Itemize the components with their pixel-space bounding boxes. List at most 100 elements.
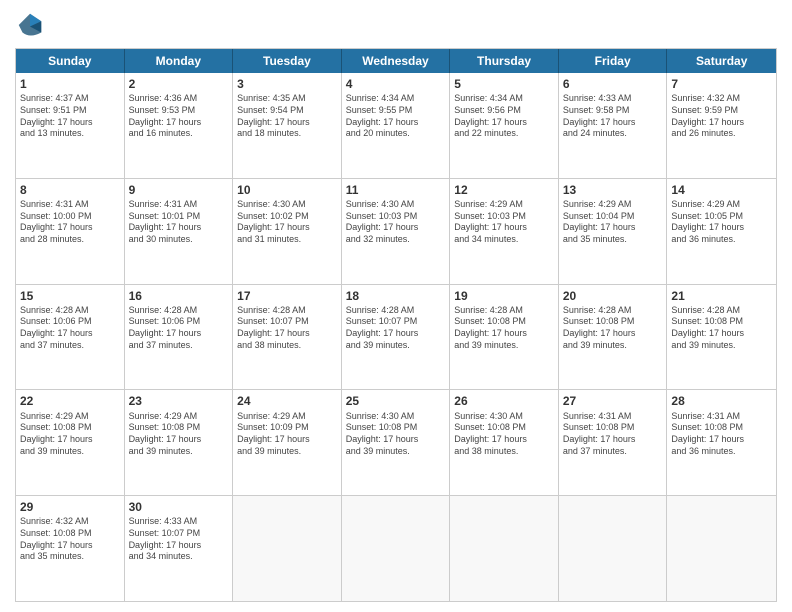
cell-info: Sunrise: 4:31 AM Sunset: 10:08 PM Daylig… (671, 411, 772, 458)
calendar-cell-day-26: 26 Sunrise: 4:30 AM Sunset: 10:08 PM Dayl… (450, 390, 559, 495)
day-number: 27 (563, 393, 663, 409)
calendar-row-4: 22 Sunrise: 4:29 AM Sunset: 10:08 PM Dayl… (16, 390, 776, 496)
calendar-cell-day-6: 6Sunrise: 4:33 AM Sunset: 9:58 PM Daylig… (559, 73, 668, 178)
cell-info: Sunrise: 4:30 AM Sunset: 10:03 PM Daylig… (346, 199, 446, 246)
day-number: 18 (346, 288, 446, 304)
calendar-cell-day-25: 25Sunrise: 4:30 AM Sunset: 10:08 PM Dayl… (342, 390, 451, 495)
day-number: 14 (671, 182, 772, 198)
day-number: 7 (671, 76, 772, 92)
day-number: 15 (20, 288, 120, 304)
day-number: 8 (20, 182, 120, 198)
calendar-cell-day-5: 5Sunrise: 4:34 AM Sunset: 9:56 PM Daylig… (450, 73, 559, 178)
calendar-row-5: 29Sunrise: 4:32 AM Sunset: 10:08 PM Dayl… (16, 496, 776, 601)
cell-info: Sunrise: 4:28 AM Sunset: 10:07 PM Daylig… (346, 305, 446, 352)
day-number: 4 (346, 76, 446, 92)
cell-info: Sunrise: 4:31 AM Sunset: 10:01 PM Daylig… (129, 199, 229, 246)
calendar-row-1: 1Sunrise: 4:37 AM Sunset: 9:51 PM Daylig… (16, 73, 776, 179)
cell-info: Sunrise: 4:28 AM Sunset: 10:08 PM Daylig… (563, 305, 663, 352)
day-number: 5 (454, 76, 554, 92)
day-number: 21 (671, 288, 772, 304)
cell-info: Sunrise: 4:28 AM Sunset: 10:08 PM Daylig… (454, 305, 554, 352)
day-number: 17 (237, 288, 337, 304)
weekday-header-wednesday: Wednesday (342, 49, 451, 73)
calendar-cell-day-8: 8Sunrise: 4:31 AM Sunset: 10:00 PM Dayli… (16, 179, 125, 284)
calendar-cell-day-2: 2Sunrise: 4:36 AM Sunset: 9:53 PM Daylig… (125, 73, 234, 178)
calendar-cell-day-18: 18Sunrise: 4:28 AM Sunset: 10:07 PM Dayl… (342, 285, 451, 390)
weekday-header-monday: Monday (125, 49, 234, 73)
calendar-cell-day-15: 15Sunrise: 4:28 AM Sunset: 10:06 PM Dayl… (16, 285, 125, 390)
day-number: 13 (563, 182, 663, 198)
day-number: 6 (563, 76, 663, 92)
cell-info: Sunrise: 4:30 AM Sunset: 10:08 PM Daylig… (454, 411, 554, 458)
day-number: 30 (129, 499, 229, 515)
calendar-cell-day-23: 23 Sunrise: 4:29 AM Sunset: 10:08 PM Dayl… (125, 390, 234, 495)
calendar-body: 1Sunrise: 4:37 AM Sunset: 9:51 PM Daylig… (16, 73, 776, 601)
cell-info: Sunrise: 4:29 AM Sunset: 10:08 PM Daylig… (129, 411, 229, 458)
calendar-cell-day-29: 29Sunrise: 4:32 AM Sunset: 10:08 PM Dayl… (16, 496, 125, 601)
calendar-cell-day-7: 7Sunrise: 4:32 AM Sunset: 9:59 PM Daylig… (667, 73, 776, 178)
weekday-header-friday: Friday (559, 49, 668, 73)
calendar-header: SundayMondayTuesdayWednesdayThursdayFrid… (16, 49, 776, 73)
day-number: 9 (129, 182, 229, 198)
day-number: 20 (563, 288, 663, 304)
calendar-cell-day-13: 13Sunrise: 4:29 AM Sunset: 10:04 PM Dayl… (559, 179, 668, 284)
day-number: 22 (20, 393, 120, 409)
calendar-cell-empty (342, 496, 451, 601)
cell-info: Sunrise: 4:32 AM Sunset: 9:59 PM Dayligh… (671, 93, 772, 140)
calendar-cell-day-24: 24 Sunrise: 4:29 AM Sunset: 10:09 PM Dayl… (233, 390, 342, 495)
day-number: 16 (129, 288, 229, 304)
cell-info: Sunrise: 4:32 AM Sunset: 10:08 PM Daylig… (20, 516, 120, 563)
calendar-cell-day-21: 21Sunrise: 4:28 AM Sunset: 10:08 PM Dayl… (667, 285, 776, 390)
cell-info: Sunrise: 4:28 AM Sunset: 10:07 PM Daylig… (237, 305, 337, 352)
calendar-cell-day-16: 16Sunrise: 4:28 AM Sunset: 10:06 PM Dayl… (125, 285, 234, 390)
calendar-cell-day-9: 9Sunrise: 4:31 AM Sunset: 10:01 PM Dayli… (125, 179, 234, 284)
calendar-cell-day-1: 1Sunrise: 4:37 AM Sunset: 9:51 PM Daylig… (16, 73, 125, 178)
calendar-cell-day-20: 20Sunrise: 4:28 AM Sunset: 10:08 PM Dayl… (559, 285, 668, 390)
calendar-cell-day-28: 28Sunrise: 4:31 AM Sunset: 10:08 PM Dayl… (667, 390, 776, 495)
calendar-row-3: 15Sunrise: 4:28 AM Sunset: 10:06 PM Dayl… (16, 285, 776, 391)
calendar-row-2: 8Sunrise: 4:31 AM Sunset: 10:00 PM Dayli… (16, 179, 776, 285)
day-number: 26 (454, 393, 554, 409)
day-number: 1 (20, 76, 120, 92)
calendar-cell-day-4: 4Sunrise: 4:34 AM Sunset: 9:55 PM Daylig… (342, 73, 451, 178)
cell-info: Sunrise: 4:29 AM Sunset: 10:03 PM Daylig… (454, 199, 554, 246)
calendar-cell-day-11: 11Sunrise: 4:30 AM Sunset: 10:03 PM Dayl… (342, 179, 451, 284)
cell-info: Sunrise: 4:29 AM Sunset: 10:08 PM Daylig… (20, 411, 120, 458)
cell-info: Sunrise: 4:28 AM Sunset: 10:06 PM Daylig… (20, 305, 120, 352)
header (15, 10, 777, 40)
cell-info: Sunrise: 4:29 AM Sunset: 10:05 PM Daylig… (671, 199, 772, 246)
calendar-cell-day-12: 12Sunrise: 4:29 AM Sunset: 10:03 PM Dayl… (450, 179, 559, 284)
cell-info: Sunrise: 4:36 AM Sunset: 9:53 PM Dayligh… (129, 93, 229, 140)
day-number: 24 (237, 393, 337, 409)
cell-info: Sunrise: 4:30 AM Sunset: 10:02 PM Daylig… (237, 199, 337, 246)
day-number: 12 (454, 182, 554, 198)
weekday-header-tuesday: Tuesday (233, 49, 342, 73)
calendar-cell-day-3: 3Sunrise: 4:35 AM Sunset: 9:54 PM Daylig… (233, 73, 342, 178)
cell-info: Sunrise: 4:35 AM Sunset: 9:54 PM Dayligh… (237, 93, 337, 140)
cell-info: Sunrise: 4:33 AM Sunset: 10:07 PM Daylig… (129, 516, 229, 563)
day-number: 19 (454, 288, 554, 304)
cell-info: Sunrise: 4:34 AM Sunset: 9:55 PM Dayligh… (346, 93, 446, 140)
day-number: 2 (129, 76, 229, 92)
cell-info: Sunrise: 4:33 AM Sunset: 9:58 PM Dayligh… (563, 93, 663, 140)
page: SundayMondayTuesdayWednesdayThursdayFrid… (0, 0, 792, 612)
day-number: 23 (129, 393, 229, 409)
calendar: SundayMondayTuesdayWednesdayThursdayFrid… (15, 48, 777, 602)
day-number: 11 (346, 182, 446, 198)
weekday-header-saturday: Saturday (667, 49, 776, 73)
calendar-cell-day-17: 17Sunrise: 4:28 AM Sunset: 10:07 PM Dayl… (233, 285, 342, 390)
calendar-cell-day-10: 10Sunrise: 4:30 AM Sunset: 10:02 PM Dayl… (233, 179, 342, 284)
calendar-cell-day-14: 14Sunrise: 4:29 AM Sunset: 10:05 PM Dayl… (667, 179, 776, 284)
logo (15, 10, 49, 40)
cell-info: Sunrise: 4:29 AM Sunset: 10:04 PM Daylig… (563, 199, 663, 246)
cell-info: Sunrise: 4:31 AM Sunset: 10:00 PM Daylig… (20, 199, 120, 246)
calendar-cell-day-27: 27Sunrise: 4:31 AM Sunset: 10:08 PM Dayl… (559, 390, 668, 495)
calendar-cell-empty (559, 496, 668, 601)
cell-info: Sunrise: 4:28 AM Sunset: 10:08 PM Daylig… (671, 305, 772, 352)
calendar-cell-empty (450, 496, 559, 601)
logo-icon (15, 10, 45, 40)
cell-info: Sunrise: 4:29 AM Sunset: 10:09 PM Daylig… (237, 411, 337, 458)
calendar-cell-empty (667, 496, 776, 601)
calendar-cell-day-19: 19Sunrise: 4:28 AM Sunset: 10:08 PM Dayl… (450, 285, 559, 390)
weekday-header-thursday: Thursday (450, 49, 559, 73)
